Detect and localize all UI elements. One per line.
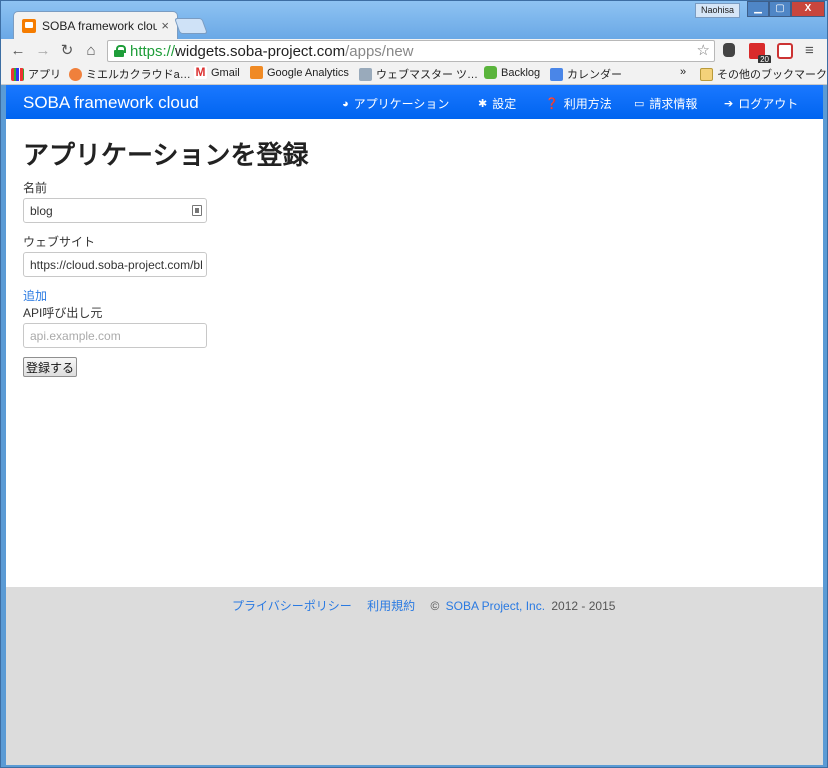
question-icon: ❓	[545, 98, 559, 110]
api-origin-label: API呼び出し元	[23, 306, 103, 320]
title-bar: SOBA framework cloud × Naohisa ▁ ▢ X	[1, 1, 827, 39]
nav-settings[interactable]: ✱ 設定	[478, 95, 516, 112]
site-brand[interactable]: SOBA framework cloud	[23, 93, 199, 113]
terms-link[interactable]: 利用規約	[367, 599, 415, 613]
url-scheme: https://	[130, 42, 176, 60]
back-icon[interactable]: ←	[9, 42, 27, 60]
org-link[interactable]: SOBA Project, Inc.	[446, 599, 545, 613]
browser-window: SOBA framework cloud × Naohisa ▁ ▢ X ← →…	[0, 0, 828, 768]
bookmark-webmaster-tools[interactable]: ウェブマスター ツ…	[359, 66, 478, 82]
name-label: 名前	[23, 181, 48, 195]
web-page: SOBA framework cloud ◕ アプリケーション ✱ 設定 ❓ 利…	[6, 85, 823, 765]
address-bar[interactable]: https:// widgets.soba-project.com /apps/…	[107, 40, 715, 62]
api-origin-input[interactable]: api.example.com	[23, 323, 207, 348]
bookmark-mieruca[interactable]: ミエルカクラウド​a…	[69, 66, 191, 82]
credit-card-icon: ▭	[634, 98, 645, 110]
profile-badge[interactable]: Naohisa	[695, 3, 741, 18]
browser-tab[interactable]: SOBA framework cloud ×	[13, 11, 178, 39]
folder-icon	[700, 67, 713, 81]
close-window-button[interactable]: X	[791, 1, 825, 17]
arrow-right-icon: ➔	[724, 98, 734, 110]
webmaster-icon	[359, 67, 372, 81]
new-tab-button[interactable]	[174, 18, 208, 34]
privacy-link[interactable]: プライバシーポリシー	[232, 599, 352, 613]
autofill-icon[interactable]	[192, 205, 202, 216]
extension-evernote-icon[interactable]	[723, 43, 735, 57]
footer: プライバシーポリシー 利用規約 © SOBA Project, Inc. 201…	[6, 587, 823, 765]
chrome-menu-icon[interactable]: ≡	[805, 42, 814, 59]
mieruca-icon	[69, 67, 82, 81]
copyright-symbol: ©	[430, 599, 440, 613]
bookmarks-bar: アプリ ミエルカクラウド​a… M Gmail Google Analytics…	[1, 63, 827, 85]
nav-logout[interactable]: ➔ ログアウト	[724, 95, 798, 112]
lock-icon	[114, 45, 126, 57]
register-button[interactable]: 登録する	[23, 357, 78, 377]
website-input[interactable]: https://cloud.soba-project.com/bl	[23, 252, 207, 277]
copyright-years: 2012 - 2015	[551, 599, 616, 613]
globe-icon: ◕	[342, 97, 349, 110]
browser-toolbar: ← → ↻ ⌂ https:// widgets.soba-project.co…	[1, 39, 827, 64]
reload-icon[interactable]: ↻	[58, 42, 76, 60]
bookmark-star-icon[interactable]: ☆	[697, 41, 710, 59]
bookmark-gmail[interactable]: M Gmail	[194, 66, 240, 79]
bookmark-backlog[interactable]: Backlog	[484, 66, 540, 79]
page-title: アプリケーションを登録	[23, 140, 309, 170]
url-host: widgets.soba-project.com	[175, 42, 346, 60]
extension-translate-icon[interactable]	[777, 43, 793, 59]
add-link[interactable]: 追加	[23, 287, 47, 304]
minimize-button[interactable]: ▁	[747, 1, 769, 17]
tab-close-icon[interactable]: ×	[161, 18, 169, 33]
nav-applications[interactable]: ◕ アプリケーション	[342, 95, 449, 112]
bookmark-apps[interactable]: アプリ	[11, 66, 61, 82]
bookmarks-overflow[interactable]: »	[680, 66, 686, 78]
backlog-icon	[484, 66, 497, 79]
home-icon[interactable]: ⌂	[82, 42, 100, 60]
gmail-icon: M	[194, 65, 207, 79]
calendar-icon	[550, 67, 563, 81]
bookmark-other[interactable]: その他のブックマーク	[700, 66, 827, 82]
forward-icon[interactable]: →	[34, 42, 52, 60]
analytics-icon	[250, 66, 263, 79]
url-path: /apps/new	[345, 42, 414, 60]
footer-line: プライバシーポリシー 利用規約 © SOBA Project, Inc. 201…	[232, 597, 615, 614]
name-input[interactable]: blog	[23, 198, 207, 223]
nav-billing[interactable]: ▭ 請求情報	[634, 95, 697, 112]
bookmark-calendar[interactable]: カレンダー	[550, 66, 622, 82]
website-label: ウェブサイト	[23, 235, 96, 249]
nav-usage[interactable]: ❓ 利用方法	[545, 95, 612, 112]
tab-title: SOBA framework cloud	[42, 18, 158, 33]
gear-icon: ✱	[478, 98, 488, 110]
extension-red-icon[interactable]: 20	[749, 43, 771, 64]
site-favicon-icon	[22, 18, 36, 33]
site-navbar: SOBA framework cloud ◕ アプリケーション ✱ 設定 ❓ 利…	[6, 85, 823, 119]
maximize-button[interactable]: ▢	[769, 1, 791, 17]
bookmark-google-analytics[interactable]: Google Analytics	[250, 66, 349, 79]
apps-grid-icon	[11, 67, 24, 81]
